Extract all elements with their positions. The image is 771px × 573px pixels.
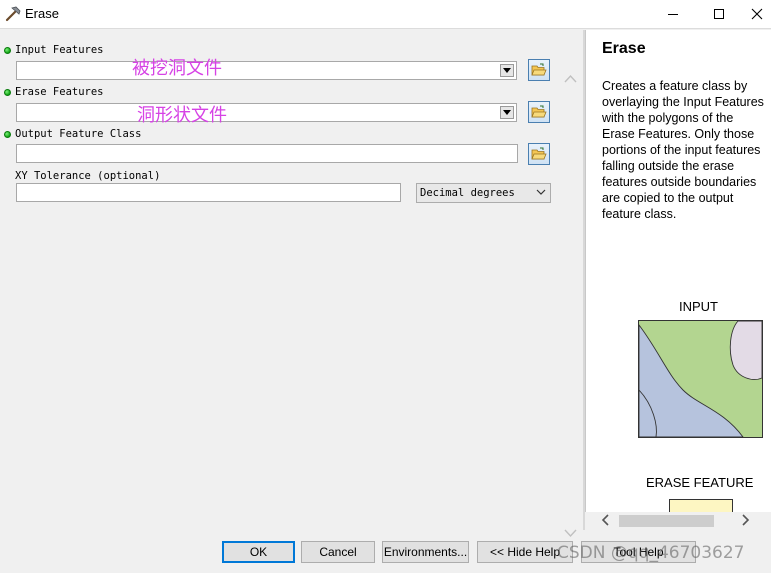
help-title: Erase	[602, 40, 646, 57]
xy-tolerance-field[interactable]	[16, 183, 401, 202]
dropdown-arrow-icon[interactable]	[500, 106, 514, 119]
tool-help-button[interactable]: Tool Help	[581, 541, 696, 563]
window-title: Erase	[25, 6, 59, 21]
xy-tolerance-unit-value: Decimal degrees	[420, 187, 515, 199]
title-bar: Erase	[0, 0, 771, 29]
erase-figure-caption: ERASE FEATURE	[646, 475, 754, 490]
erase-annotation-text: 洞形状文件	[137, 105, 227, 126]
maximize-button[interactable]	[696, 0, 742, 28]
parameters-pane: Input Features 被挖洞文件 Erase Features 洞形状文…	[0, 30, 583, 538]
chevron-down-icon	[536, 189, 546, 195]
hide-help-button[interactable]: << Hide Help	[477, 541, 573, 563]
output-feature-class-browse-button[interactable]	[528, 143, 550, 165]
xy-tolerance-label: XY Tolerance (optional)	[15, 170, 161, 182]
maximize-icon	[714, 9, 724, 19]
input-features-browse-button[interactable]	[528, 59, 550, 81]
parameters-scrollbar[interactable]	[562, 70, 579, 548]
close-icon	[751, 8, 762, 20]
xy-tolerance-unit-select[interactable]: Decimal degrees	[416, 183, 551, 203]
help-pane: Erase Creates a feature class by overlay…	[585, 30, 771, 512]
minimize-icon	[668, 14, 678, 15]
scrollbar-thumb[interactable]	[619, 515, 714, 527]
input-figure-caption: INPUT	[679, 299, 718, 314]
input-features-label: Input Features	[15, 44, 104, 56]
input-features-combo[interactable]	[16, 61, 517, 80]
help-description: Creates a feature class by overlaying th…	[602, 79, 764, 221]
input-annotation-text: 被挖洞文件	[132, 58, 222, 79]
output-feature-class-label: Output Feature Class	[15, 128, 142, 140]
close-button[interactable]	[742, 0, 771, 28]
open-folder-icon	[531, 105, 547, 118]
chevron-left-icon[interactable]	[600, 513, 610, 527]
chevron-right-icon[interactable]	[741, 513, 751, 527]
environments-button[interactable]: Environments...	[382, 541, 469, 563]
open-folder-icon	[531, 147, 547, 160]
required-indicator-icon	[4, 89, 11, 96]
output-feature-class-field[interactable]	[16, 144, 518, 163]
ok-button[interactable]: OK	[222, 541, 295, 563]
dropdown-arrow-icon[interactable]	[500, 64, 514, 77]
help-horizontal-scrollbar[interactable]	[585, 512, 771, 530]
required-indicator-icon	[4, 47, 11, 54]
chevron-down-icon[interactable]	[564, 528, 577, 538]
open-folder-icon	[531, 63, 547, 76]
minimize-button[interactable]	[650, 0, 696, 28]
erase-features-label: Erase Features	[15, 86, 104, 98]
hammer-icon	[5, 6, 21, 22]
input-map-illustration	[638, 320, 763, 438]
required-indicator-icon	[4, 131, 11, 138]
erase-features-combo[interactable]	[16, 103, 517, 122]
erase-features-browse-button[interactable]	[528, 101, 550, 123]
cancel-button[interactable]: Cancel	[301, 541, 375, 563]
erase-feature-illustration	[669, 499, 733, 512]
chevron-up-icon[interactable]	[564, 74, 577, 84]
